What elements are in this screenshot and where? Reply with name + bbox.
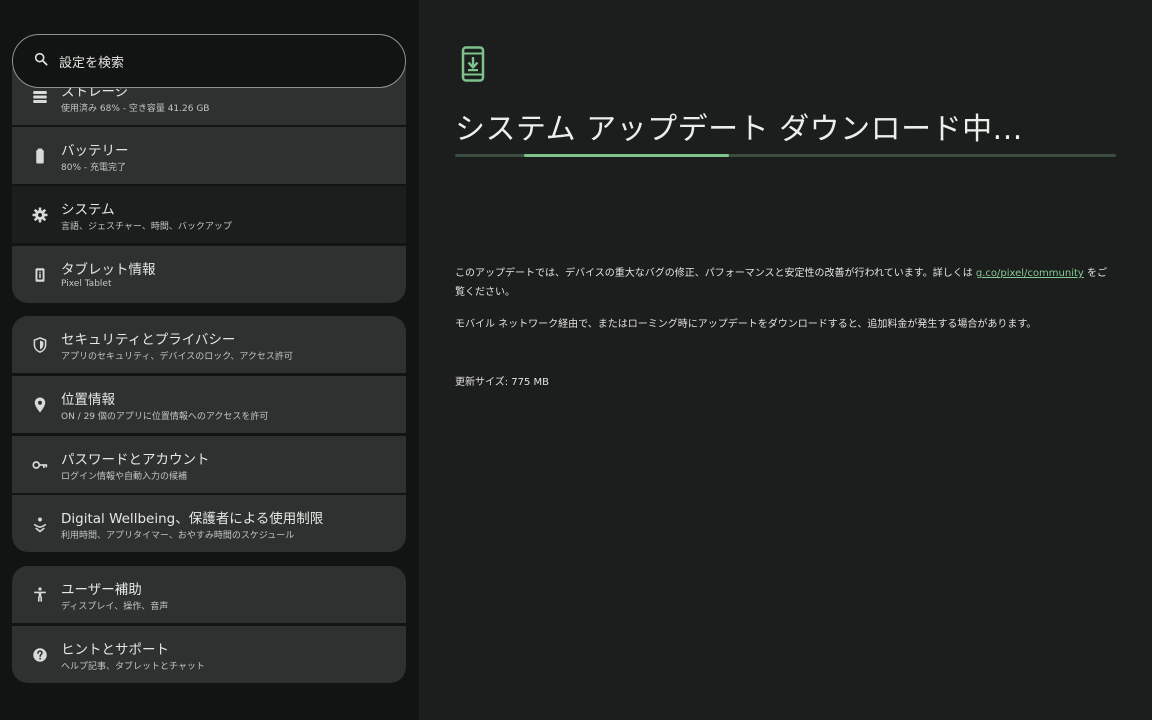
settings-item-subtitle: 使用済み 68% - 空き容量 41.26 GB [61, 104, 210, 114]
settings-item-tablet-info[interactable]: タブレット情報 Pixel Tablet [12, 246, 406, 303]
wellbeing-icon [31, 515, 49, 533]
search-bar[interactable]: 設定を検索 [12, 34, 406, 88]
settings-item-subtitle: アプリのセキュリティ、デバイスのロック、アクセス許可 [61, 352, 293, 362]
update-description: このアップデートでは、デバイスの重大なバグの修正、パフォーマンスと安定性の改善が… [455, 264, 1115, 302]
settings-screen: 設定を検索 ストレージ 使用済み 68% - 空き容量 41.26 GB バッテ… [0, 0, 1152, 720]
settings-item-subtitle: 言語、ジェスチャー、時間、バックアップ [61, 222, 232, 232]
page-title: システム アップデート ダウンロード中... [455, 112, 1023, 147]
settings-item-title: Digital Wellbeing、保護者による使用制限 [61, 511, 324, 527]
search-icon [33, 51, 49, 71]
settings-item-subtitle: ログイン情報や自動入力の候補 [61, 472, 188, 482]
description-text-before: このアップデートでは、デバイスの重大なバグの修正、パフォーマンスと安定性の改善が… [455, 268, 976, 279]
shield-icon [31, 336, 49, 354]
mobile-data-warning: モバイル ネットワーク経由で、またはローミング時にアップデートをダウンロードする… [455, 319, 1037, 330]
settings-item-system[interactable]: システム 言語、ジェスチャー、時間、バックアップ [12, 186, 406, 243]
tablet-icon [31, 266, 49, 284]
system-update-icon [461, 46, 485, 82]
location-pin-icon [31, 396, 49, 414]
settings-item-subtitle: ディスプレイ、操作、音声 [61, 602, 169, 612]
settings-item-title: セキュリティとプライバシー [61, 332, 236, 348]
settings-item-battery[interactable]: バッテリー 80% - 充電完了 [12, 127, 406, 184]
settings-item-subtitle: ON / 29 個のアプリに位置情報へのアクセスを許可 [61, 412, 269, 422]
settings-item-wellbeing[interactable]: Digital Wellbeing、保護者による使用制限 利用時間、アプリタイマ… [12, 495, 406, 552]
settings-item-passwords[interactable]: パスワードとアカウント ログイン情報や自動入力の候補 [12, 436, 406, 493]
settings-item-help[interactable]: ヒントとサポート ヘルプ記事、タブレットとチャット [12, 626, 406, 683]
accessibility-icon [31, 586, 49, 604]
settings-item-title: バッテリー [61, 143, 129, 159]
settings-item-subtitle: ヘルプ記事、タブレットとチャット [61, 662, 205, 672]
settings-list-pane: 設定を検索 ストレージ 使用済み 68% - 空き容量 41.26 GB バッテ… [0, 0, 419, 720]
settings-item-subtitle: Pixel Tablet [61, 279, 112, 289]
settings-item-security[interactable]: セキュリティとプライバシー アプリのセキュリティ、デバイスのロック、アクセス許可 [12, 316, 406, 373]
community-link[interactable]: g.co/pixel/community [976, 268, 1084, 279]
settings-item-accessibility[interactable]: ユーザー補助 ディスプレイ、操作、音声 [12, 566, 406, 623]
settings-item-title: パスワードとアカウント [61, 452, 210, 468]
settings-item-title: ヒントとサポート [61, 642, 169, 658]
key-icon [31, 456, 49, 474]
update-size: 更新サイズ: 775 MB [455, 377, 550, 388]
settings-item-title: タブレット情報 [61, 262, 156, 278]
help-icon [31, 646, 49, 664]
settings-item-location[interactable]: 位置情報 ON / 29 個のアプリに位置情報へのアクセスを許可 [12, 376, 406, 433]
gear-icon [31, 206, 49, 224]
settings-item-title: 位置情報 [61, 392, 115, 408]
settings-item-title: ユーザー補助 [61, 582, 142, 598]
search-placeholder: 設定を検索 [59, 55, 125, 71]
settings-item-subtitle: 利用時間、アプリタイマー、おやすみ時間のスケジュール [61, 531, 295, 541]
settings-item-title: システム [61, 202, 115, 218]
storage-icon [31, 88, 49, 106]
battery-icon [31, 147, 49, 165]
download-progress-bar [455, 154, 1116, 157]
download-progress-fill [524, 154, 729, 157]
settings-item-subtitle: 80% - 充電完了 [61, 163, 126, 173]
system-update-pane: システム アップデート ダウンロード中... このアップデートでは、デバイスの重… [419, 0, 1152, 720]
